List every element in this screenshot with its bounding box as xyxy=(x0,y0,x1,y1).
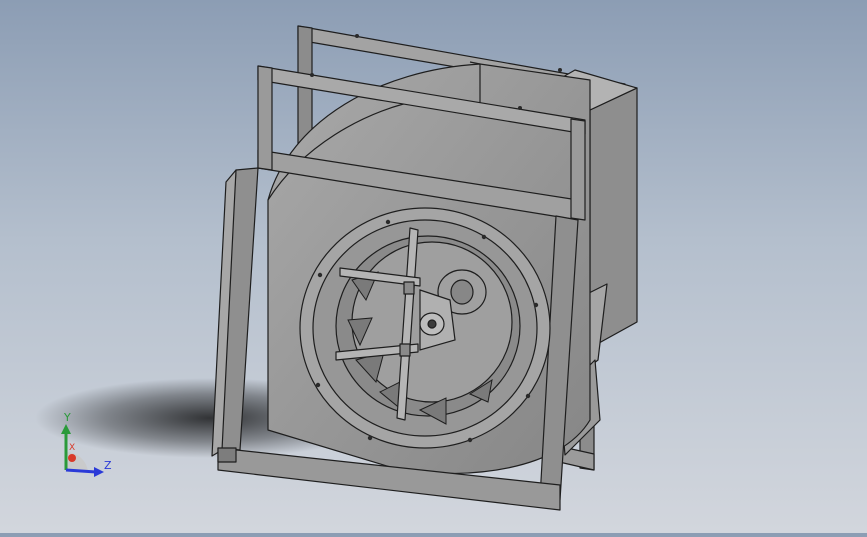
coordinate-triad-icon: Y X Z xyxy=(48,410,118,485)
x-axis xyxy=(68,454,76,462)
z-axis xyxy=(65,468,97,474)
z-axis-label: Z xyxy=(104,459,112,472)
y-axis-label: Y xyxy=(64,411,71,424)
centrifugal-fan-3d-model-icon[interactable] xyxy=(0,0,867,533)
coordinate-axes-icon xyxy=(61,424,104,477)
x-axis-label: X xyxy=(69,443,76,453)
graphics-viewport[interactable]: Y X Z xyxy=(0,0,867,533)
